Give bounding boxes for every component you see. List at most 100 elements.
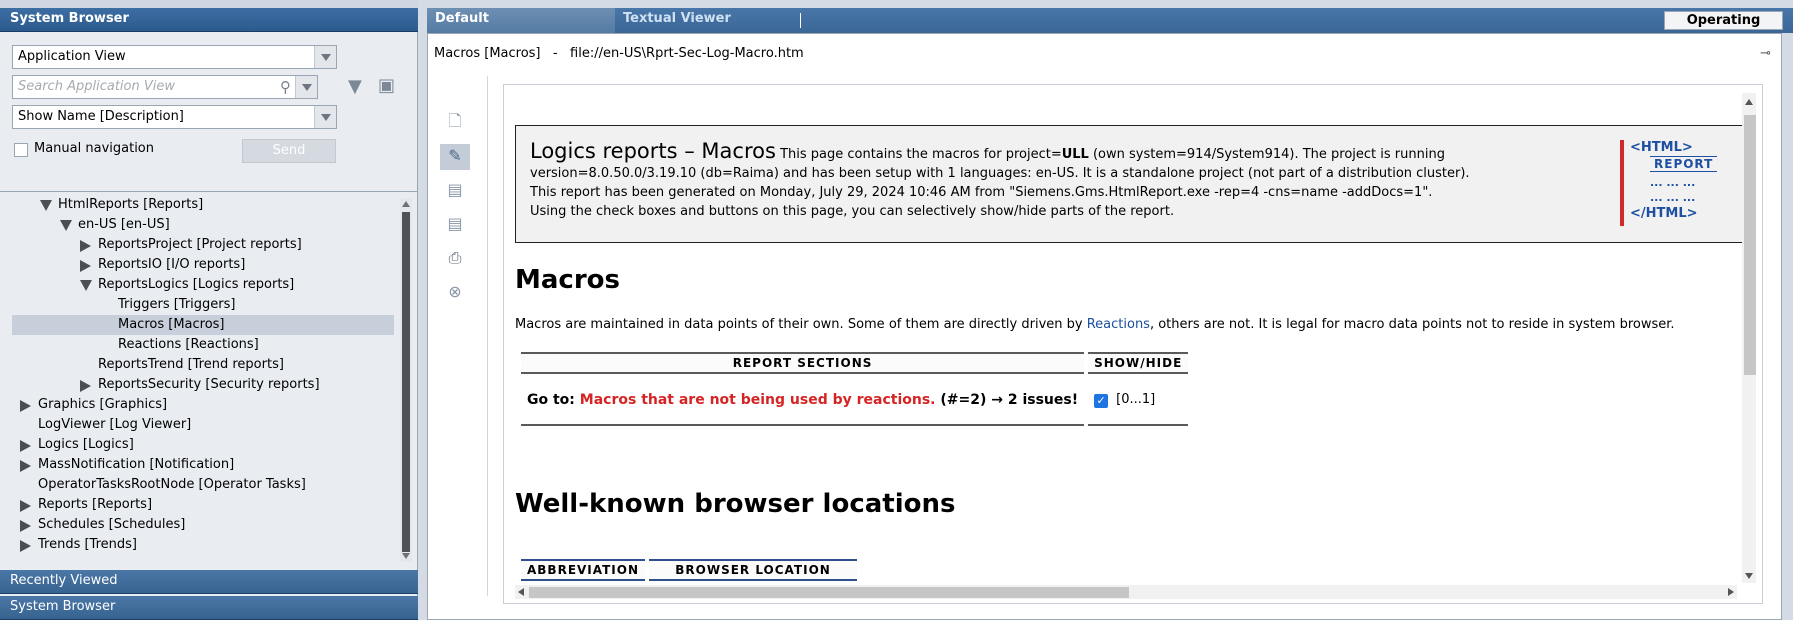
search-input[interactable]: Search Application View ⚲	[12, 75, 318, 99]
tree-node[interactable]: ReportsSecurity [Security reports]	[0, 375, 398, 395]
tree-node[interactable]: OperatorTasksRootNode [Operator Tasks]	[0, 475, 398, 495]
tree-node[interactable]: LogViewer [Log Viewer]	[0, 415, 398, 435]
project-name: ULL	[1061, 147, 1089, 162]
tree-node[interactable]: ReportsProject [Project reports]	[0, 235, 398, 255]
tree-node[interactable]: Graphics [Graphics]	[0, 395, 398, 415]
expand-right-icon[interactable]	[80, 240, 91, 252]
path-url: file://en-US\Rprt-Sec-Log-Macro.htm	[570, 46, 804, 61]
tree-node[interactable]: MassNotification [Notification]	[0, 455, 398, 475]
save-icon[interactable]: ▤	[440, 178, 470, 204]
tree-node[interactable]: Trends [Trends]	[0, 535, 398, 555]
show-hide-cell: ✓ [0...1]	[1088, 374, 1189, 426]
tree-node[interactable]: en-US [en-US]	[0, 215, 398, 235]
macros-description: Macros are maintained in data points of …	[515, 317, 1675, 332]
expand-down-icon[interactable]	[80, 280, 92, 291]
tree-node-label: ReportsProject [Project reports]	[98, 237, 302, 252]
new-doc-icon[interactable]: 🗋	[440, 108, 470, 134]
tree-scrollbar[interactable]	[400, 198, 412, 562]
scroll-thumb[interactable]	[1744, 115, 1756, 375]
chevron-down-icon[interactable]	[295, 76, 317, 98]
expand-right-icon[interactable]	[20, 540, 31, 552]
tree-node-label: ReportsTrend [Trend reports]	[98, 357, 284, 372]
expand-right-icon[interactable]	[80, 260, 91, 272]
chevron-down-icon[interactable]	[314, 46, 336, 68]
tree-node[interactable]: ReportsIO [I/O reports]	[0, 255, 398, 275]
view-select[interactable]: Application View	[12, 45, 337, 69]
close-icon[interactable]: ⊗	[440, 280, 470, 306]
tree-node-label: LogViewer [Log Viewer]	[38, 417, 192, 432]
goto-link[interactable]: Macros that are not being used by reacti…	[580, 392, 936, 408]
reactions-link[interactable]: Reactions	[1087, 317, 1150, 332]
expand-right-icon[interactable]	[20, 400, 31, 412]
tree-node[interactable]: Macros [Macros]	[12, 315, 394, 335]
report-title: Logics reports – Macros	[530, 139, 776, 163]
display-select[interactable]: Show Name [Description]	[12, 105, 337, 129]
scroll-right-icon[interactable]	[1728, 588, 1734, 596]
logo-open-tag: <HTML>	[1630, 140, 1693, 155]
content-frame: Macros [Macros] - file://en-US\Rprt-Sec-…	[427, 33, 1782, 620]
scroll-thumb[interactable]	[402, 212, 410, 552]
tree-node[interactable]: ReportsTrend [Trend reports]	[0, 355, 398, 375]
tree-node-label: ReportsSecurity [Security reports]	[98, 377, 320, 392]
manual-navigation-checkbox[interactable]	[14, 143, 28, 157]
tree-node[interactable]: Logics [Logics]	[0, 435, 398, 455]
tree-node-label: Triggers [Triggers]	[118, 297, 236, 312]
expand-right-icon[interactable]	[20, 460, 31, 472]
tree-node-label: OperatorTasksRootNode [Operator Tasks]	[38, 477, 306, 492]
pin-icon[interactable]: ⊸	[1760, 46, 1771, 61]
expand-down-icon[interactable]	[60, 220, 72, 231]
edit-icon[interactable]: ✎	[440, 144, 470, 170]
tree-node[interactable]: HtmlReports [Reports]	[0, 195, 398, 215]
tree-node-label: ReportsLogics [Logics reports]	[98, 277, 295, 292]
scroll-down-icon[interactable]	[1745, 573, 1753, 579]
logo-word: REPORT	[1650, 156, 1718, 172]
expand-right-icon[interactable]	[20, 500, 31, 512]
save-icon[interactable]: ▣	[378, 75, 395, 96]
search-icon[interactable]: ⚲	[280, 78, 291, 96]
expand-right-icon[interactable]	[20, 440, 31, 452]
tree-node[interactable]: Reports [Reports]	[0, 495, 398, 515]
document-hscrollbar[interactable]	[515, 585, 1737, 599]
tab-default[interactable]: Default	[427, 8, 615, 33]
tab-bar: Default Textual Viewer Operating	[427, 8, 1793, 33]
macros-text-1: Macros are maintained in data points of …	[515, 317, 1087, 332]
tab-separator	[800, 13, 801, 28]
view-select-value: Application View	[18, 49, 126, 64]
tree-node[interactable]: Schedules [Schedules]	[0, 515, 398, 535]
chevron-down-icon[interactable]	[314, 106, 336, 128]
logo-close-tag: </HTML>	[1630, 206, 1698, 221]
scroll-up-icon[interactable]	[1745, 99, 1753, 105]
scroll-down-icon[interactable]	[402, 553, 410, 559]
tree-node-label: Trends [Trends]	[38, 537, 137, 552]
system-browser-header: System Browser	[0, 8, 418, 32]
send-button[interactable]: Send	[242, 139, 336, 163]
system-browser-footer[interactable]: System Browser	[0, 596, 418, 620]
expand-right-icon[interactable]	[80, 380, 91, 392]
save-as-icon[interactable]: ▤	[440, 212, 470, 238]
tree-node[interactable]: ReportsLogics [Logics reports]	[0, 275, 398, 295]
tree-node[interactable]: Reactions [Reactions]	[0, 335, 398, 355]
recently-viewed-header[interactable]: Recently Viewed	[0, 570, 418, 594]
expand-down-icon[interactable]	[40, 200, 52, 211]
filter-icon[interactable]: ▼	[348, 76, 362, 97]
tree-node-label: en-US [en-US]	[78, 217, 170, 232]
col-show-hide: SHOW/HIDE	[1088, 352, 1189, 374]
tree-node-label: Schedules [Schedules]	[38, 517, 186, 532]
logo-dots: ... ... ...	[1650, 176, 1696, 189]
logo-dots: ... ... ...	[1650, 191, 1696, 204]
col-browser-location: BROWSER LOCATION	[649, 559, 858, 581]
show-range: [0...1]	[1116, 392, 1156, 407]
scroll-up-icon[interactable]	[402, 201, 410, 207]
tree-node[interactable]: Triggers [Triggers]	[0, 295, 398, 315]
show-checkbox[interactable]: ✓	[1094, 394, 1109, 408]
scroll-thumb[interactable]	[529, 587, 1129, 598]
document-vscrollbar[interactable]	[1742, 93, 1756, 583]
goto-prefix: Go to:	[527, 392, 580, 408]
macros-text-2: , others are not. It is legal for macro …	[1149, 317, 1675, 332]
expand-right-icon[interactable]	[20, 520, 31, 532]
divider	[0, 191, 418, 192]
col-abbreviation: ABBREVIATION	[521, 559, 646, 581]
tab-textual-viewer[interactable]: Textual Viewer	[615, 8, 805, 33]
print-icon[interactable]: ⎙	[440, 246, 470, 272]
scroll-left-icon[interactable]	[518, 588, 524, 596]
